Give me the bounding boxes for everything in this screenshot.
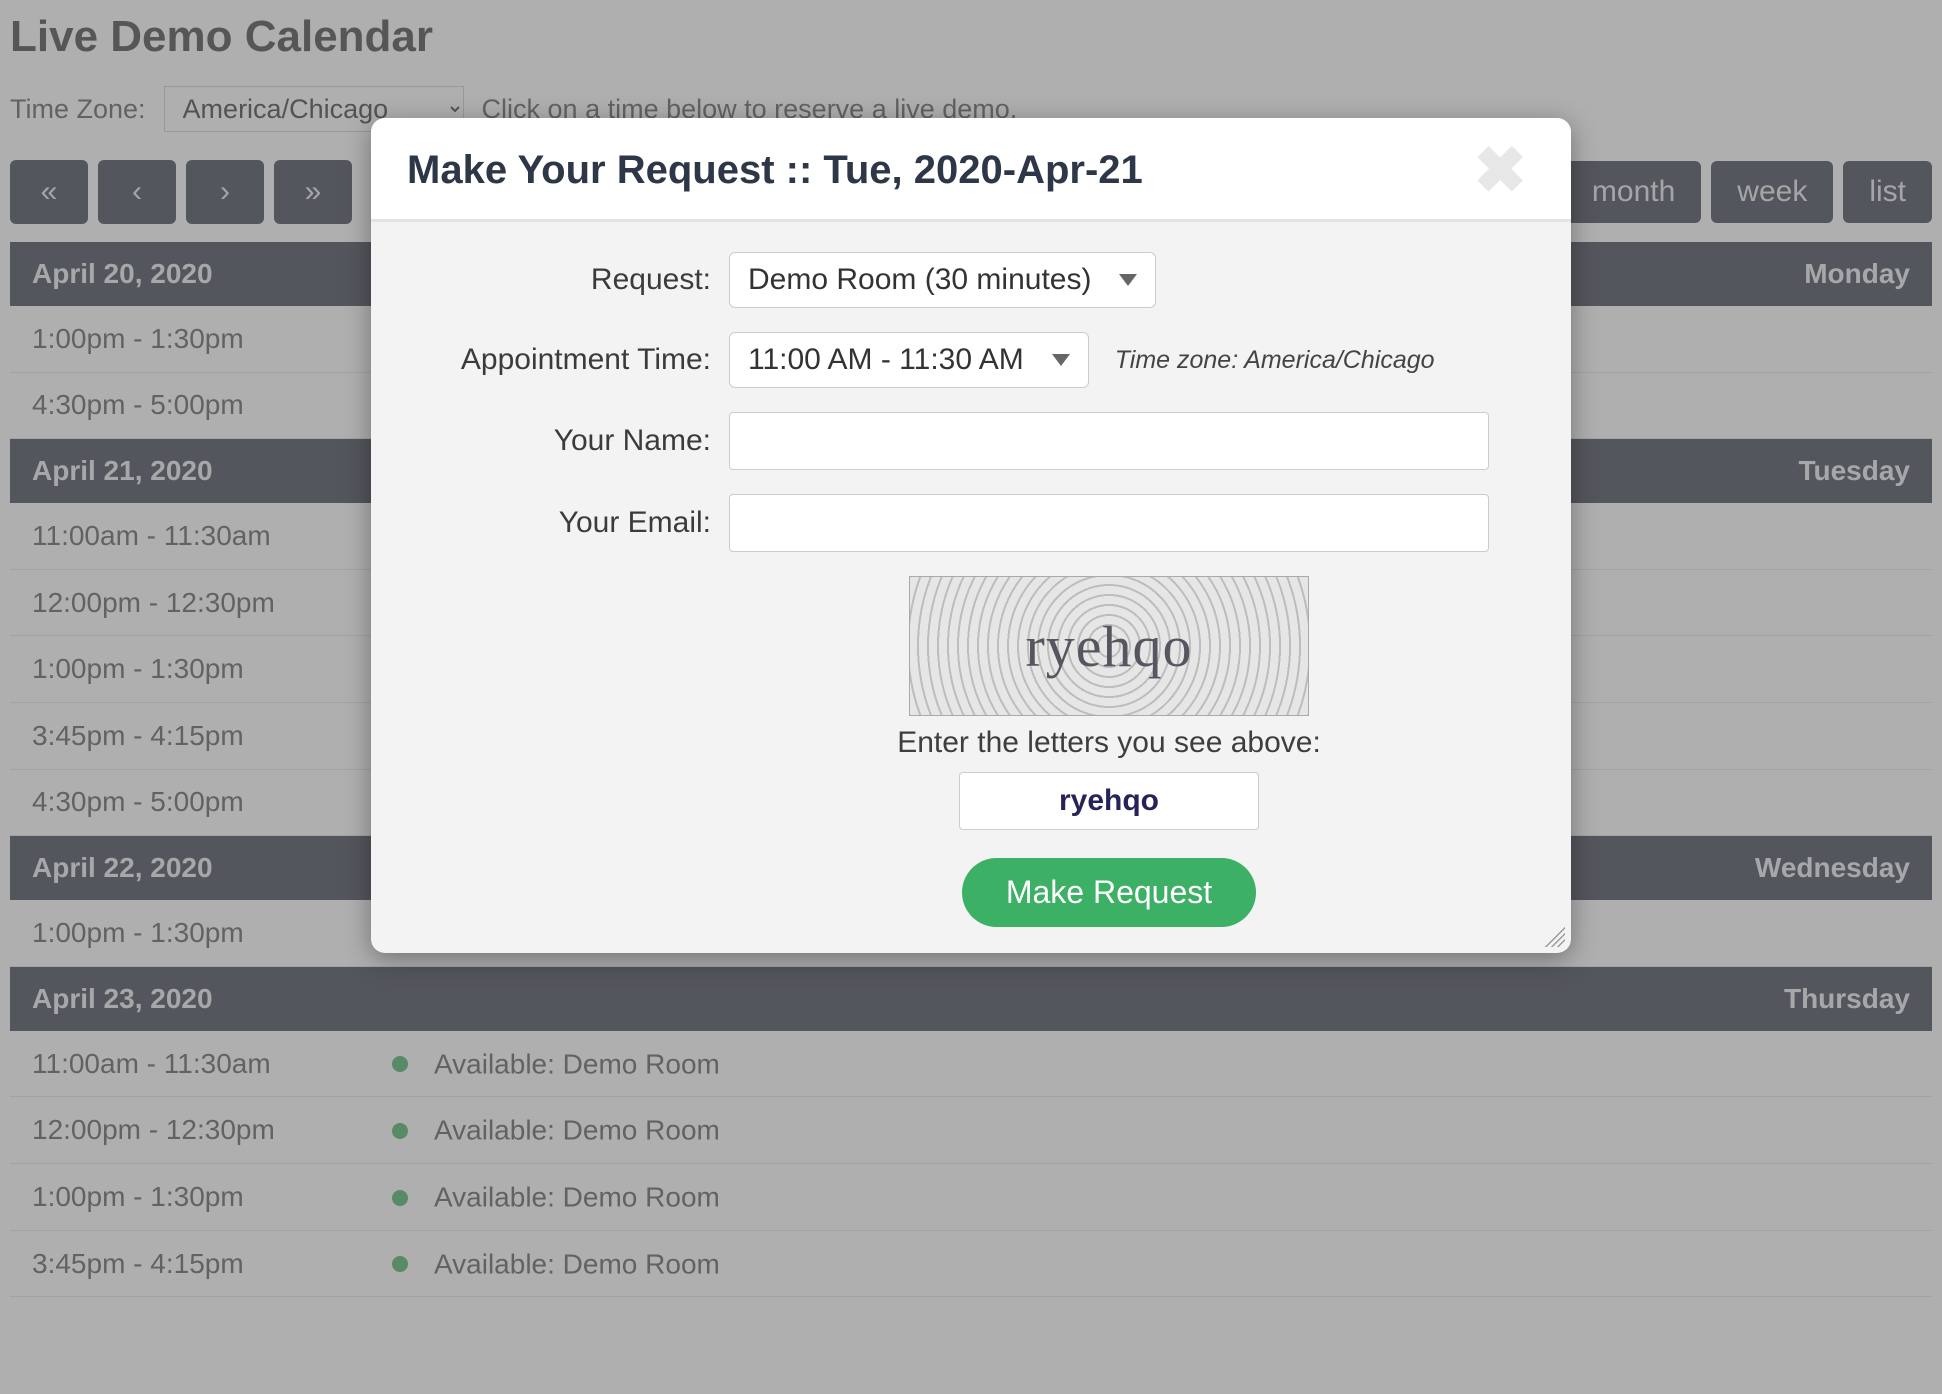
request-select-value: Demo Room (30 minutes) <box>748 263 1091 297</box>
chevron-down-icon <box>1052 354 1070 366</box>
email-input[interactable] <box>729 494 1489 552</box>
make-request-button[interactable]: Make Request <box>962 858 1256 927</box>
captcha-prompt: Enter the letters you see above: <box>729 726 1489 760</box>
label-appointment-time: Appointment Time: <box>411 343 711 377</box>
label-name: Your Name: <box>411 424 711 458</box>
timezone-note: Time zone: America/Chicago <box>1115 346 1435 375</box>
captcha-image: ryehqo <box>909 576 1309 716</box>
resize-handle[interactable] <box>1545 927 1565 947</box>
modal-header: Make Your Request :: Tue, 2020-Apr-21 ✖ <box>371 118 1571 222</box>
label-request: Request: <box>411 263 711 297</box>
label-email: Your Email: <box>411 506 711 540</box>
chevron-down-icon <box>1119 274 1137 286</box>
close-icon[interactable]: ✖ <box>1473 151 1535 189</box>
request-modal: Make Your Request :: Tue, 2020-Apr-21 ✖ … <box>371 118 1571 953</box>
appointment-time-value: 11:00 AM - 11:30 AM <box>748 343 1024 377</box>
appointment-time-select[interactable]: 11:00 AM - 11:30 AM <box>729 332 1089 388</box>
modal-title: Make Your Request :: Tue, 2020-Apr-21 <box>407 148 1143 193</box>
request-select[interactable]: Demo Room (30 minutes) <box>729 252 1156 308</box>
captcha-word: ryehqo <box>1025 613 1192 680</box>
name-input[interactable] <box>729 412 1489 470</box>
captcha-input[interactable] <box>959 772 1259 830</box>
